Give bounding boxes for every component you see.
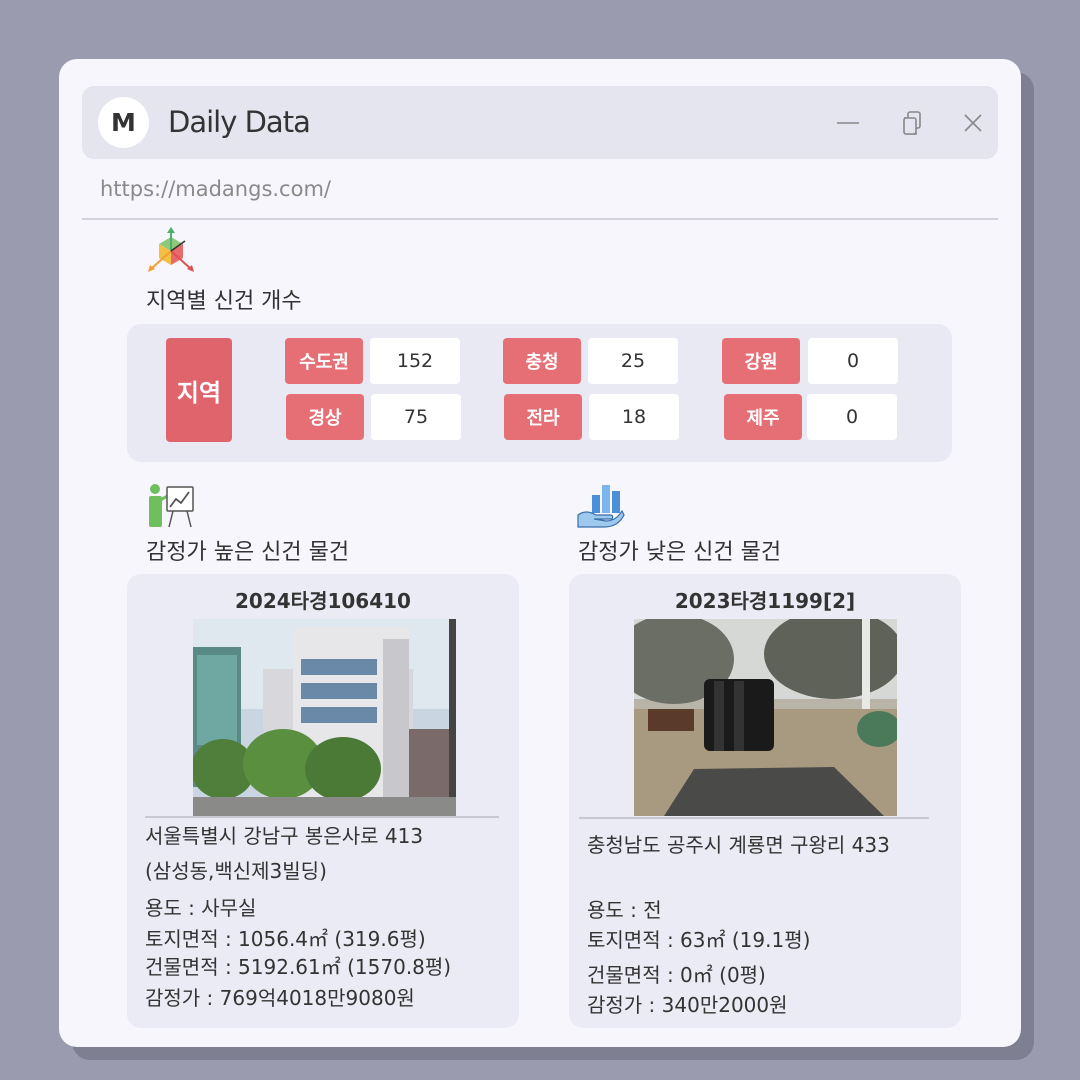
high-land-area: 토지면적 : 1056.4㎡ (319.6평) xyxy=(145,927,426,951)
region-label-chungcheong: 충청 xyxy=(503,338,581,384)
title-bar[interactable]: M Daily Data xyxy=(82,86,998,159)
low-appraisal: 감정가 : 340만2000원 xyxy=(587,993,788,1017)
app-logo: M xyxy=(98,97,149,148)
region-value-jeolla: 18 xyxy=(589,394,679,440)
low-use: 용도 : 전 xyxy=(587,898,662,922)
region-label-capital: 수도권 xyxy=(285,338,363,384)
photo-divider xyxy=(145,816,499,818)
low-property-card[interactable]: 2023타경1199[2] 충청남도 공주시 계룡면 구왕리 433 용도 : … xyxy=(569,574,961,1028)
region-label-jeju: 제주 xyxy=(724,394,802,440)
high-property-card[interactable]: 2024타경106410 서울특별시 강남구 봉은사로 413 (삼성동,백신제… xyxy=(127,574,519,1028)
high-address-line2: (삼성동,백신제3빌딩) xyxy=(145,859,327,883)
low-building-area: 건물면적 : 0㎡ (0평) xyxy=(587,963,766,987)
region-value-gyeongsang: 75 xyxy=(371,394,461,440)
url-text[interactable]: https://madangs.com/ xyxy=(100,177,331,201)
region-value-chungcheong: 25 xyxy=(588,338,678,384)
region-label-gyeongsang: 경상 xyxy=(286,394,364,440)
low-property-photo xyxy=(634,619,897,816)
app-title: Daily Data xyxy=(168,105,311,139)
high-use: 용도 : 사무실 xyxy=(145,896,257,920)
minimize-icon[interactable] xyxy=(833,108,863,138)
region-label-gangwon: 강원 xyxy=(722,338,800,384)
app-window: M Daily Data https://madangs.com/ 지역별 신건… xyxy=(59,59,1021,1047)
cube-axes-icon xyxy=(148,227,194,272)
high-property-photo xyxy=(193,619,456,816)
low-case-number: 2023타경1199[2] xyxy=(674,589,856,613)
high-case-number: 2024타경106410 xyxy=(235,589,411,613)
region-panel: 지역 수도권 152 충청 25 강원 0 경상 75 전라 18 제주 0 xyxy=(127,324,952,462)
high-address-line1: 서울특별시 강남구 봉은사로 413 xyxy=(145,824,424,848)
region-section-title: 지역별 신건 개수 xyxy=(146,289,302,314)
region-main-label: 지역 xyxy=(166,338,232,442)
high-section-title: 감정가 높은 신건 물건 xyxy=(146,540,350,565)
photo-divider xyxy=(579,817,929,819)
region-label-jeolla: 전라 xyxy=(504,394,582,440)
region-value-jeju: 0 xyxy=(807,394,897,440)
copy-icon[interactable] xyxy=(897,108,927,138)
close-icon[interactable] xyxy=(958,108,988,138)
low-land-area: 토지면적 : 63㎡ (19.1평) xyxy=(587,928,811,952)
low-section-title: 감정가 낮은 신건 물건 xyxy=(578,540,782,565)
region-value-capital: 152 xyxy=(370,338,460,384)
low-address-line1: 충청남도 공주시 계룡면 구왕리 433 xyxy=(587,833,890,857)
high-appraisal: 감정가 : 769억4018만9080원 xyxy=(145,986,415,1010)
presentation-chart-icon xyxy=(149,484,194,528)
hand-bar-chart-icon xyxy=(577,485,625,528)
divider xyxy=(82,218,998,220)
region-value-gangwon: 0 xyxy=(808,338,898,384)
high-building-area: 건물면적 : 5192.61㎡ (1570.8평) xyxy=(145,955,452,979)
